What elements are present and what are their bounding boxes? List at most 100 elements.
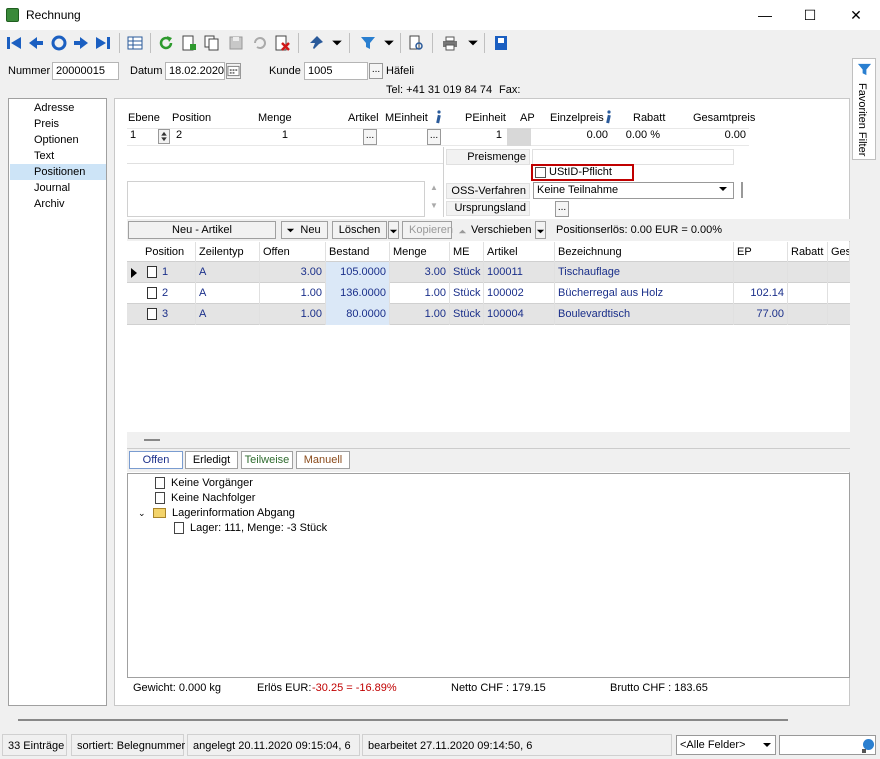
- nav-item-positionen[interactable]: Positionen: [10, 164, 106, 180]
- tab-erledigt[interactable]: Erledigt: [185, 451, 238, 469]
- table-cell-offen[interactable]: 1.00: [260, 283, 326, 304]
- table-cell-offen[interactable]: 3.00: [260, 262, 326, 283]
- loeschen-dropdown-icon[interactable]: [388, 221, 399, 239]
- table-cell-zeilentyp[interactable]: A: [196, 262, 260, 283]
- pin-icon[interactable]: [307, 33, 325, 53]
- nav-item-optionen[interactable]: Optionen: [10, 132, 106, 148]
- minimize-button[interactable]: —: [742, 0, 788, 30]
- pin-dropdown-icon[interactable]: [331, 33, 343, 53]
- table-cell-me[interactable]: Stück: [450, 262, 484, 283]
- text-scroll-arrows[interactable]: ▲ ▼: [428, 183, 440, 217]
- column-header[interactable]: Position: [142, 242, 196, 262]
- refresh-circle-icon[interactable]: [50, 33, 68, 53]
- position-spinner-icon[interactable]: [158, 129, 170, 144]
- column-header[interactable]: Artikel: [484, 242, 555, 262]
- table-cell-ep[interactable]: [734, 262, 788, 283]
- table-cell-bezeichnung[interactable]: Boulevardtisch: [555, 304, 734, 325]
- info-icon[interactable]: [604, 110, 612, 124]
- field-selector-dropdown-icon[interactable]: [762, 740, 772, 753]
- export-icon[interactable]: [492, 33, 510, 53]
- column-header[interactable]: Rabatt: [788, 242, 828, 262]
- first-record-icon[interactable]: [5, 33, 23, 53]
- verschieben-label[interactable]: Verschieben: [471, 224, 532, 236]
- kunde-field[interactable]: 1005: [304, 62, 368, 80]
- column-header[interactable]: Bezeichnung: [555, 242, 734, 262]
- save-icon[interactable]: [227, 33, 245, 53]
- resize-grip-icon[interactable]: [862, 749, 866, 753]
- next-record-icon[interactable]: [72, 33, 90, 53]
- table-cell-offen[interactable]: 1.00: [260, 304, 326, 325]
- table-cell-menge[interactable]: 1.00: [390, 304, 450, 325]
- table-cell-bezeichnung[interactable]: Tischauflage: [555, 262, 734, 283]
- table-cell-position[interactable]: 2: [159, 283, 196, 304]
- tab-manuell[interactable]: Manuell: [296, 451, 350, 469]
- tab-teilweise[interactable]: Teilweise: [241, 451, 293, 469]
- kopieren-button[interactable]: Kopieren: [402, 221, 453, 239]
- oss-dropdown-icon[interactable]: [718, 184, 732, 197]
- verschieben-dropdown-icon[interactable]: [535, 221, 546, 239]
- horizontal-scrollbar[interactable]: [18, 719, 788, 721]
- table-cell-bestand[interactable]: 105.0000: [326, 262, 390, 283]
- document-search-icon[interactable]: [407, 33, 425, 53]
- table-cell-bezeichnung[interactable]: Bücherregal aus Holz: [555, 283, 734, 304]
- column-header[interactable]: Bestand: [326, 242, 390, 262]
- table-cell-me[interactable]: Stück: [450, 283, 484, 304]
- tree-item-lager[interactable]: Lagerinformation Abgang: [153, 507, 295, 519]
- chevron-down-icon[interactable]: ⌄: [138, 508, 146, 519]
- nav-item-archiv[interactable]: Archiv: [10, 196, 106, 212]
- favoriten-filter-panel[interactable]: Favoriten Filter: [852, 58, 876, 160]
- table-cell-zeilentyp[interactable]: A: [196, 283, 260, 304]
- table-cell-artikel[interactable]: 100011: [484, 262, 555, 283]
- rabatt-field[interactable]: 0.00 %: [614, 129, 660, 141]
- text-line-1[interactable]: [127, 147, 443, 164]
- filter-icon[interactable]: [359, 33, 377, 53]
- table-cell-me[interactable]: Stück: [450, 304, 484, 325]
- table-cell-artikel[interactable]: 100002: [484, 283, 555, 304]
- table-view-icon[interactable]: [126, 33, 144, 53]
- tree-item-lager-detail[interactable]: Lager: 111, Menge: -3 Stück: [174, 522, 327, 535]
- calendar-icon[interactable]: [226, 63, 241, 79]
- nummer-field[interactable]: 20000015: [52, 62, 119, 80]
- tree-item-vorgaenger[interactable]: Keine Vorgänger: [155, 477, 253, 490]
- column-header[interactable]: Ges: [828, 242, 850, 262]
- table-cell-rabatt[interactable]: [788, 304, 828, 325]
- datum-field[interactable]: 18.02.2020: [165, 62, 225, 80]
- nav-item-preis[interactable]: Preis: [10, 116, 106, 132]
- last-record-icon[interactable]: [94, 33, 112, 53]
- table-cell-ep[interactable]: 77.00: [734, 304, 788, 325]
- loeschen-button[interactable]: Löschen: [332, 221, 387, 239]
- ebene-field[interactable]: 1: [130, 129, 136, 141]
- table-cell-rabatt[interactable]: [788, 262, 828, 283]
- artikel-lookup-button[interactable]: ...: [363, 129, 377, 145]
- nav-item-text[interactable]: Text: [10, 148, 106, 164]
- grid-splitter[interactable]: [127, 432, 850, 448]
- menge-field[interactable]: 1: [240, 129, 288, 141]
- previous-record-icon[interactable]: [27, 33, 45, 53]
- table-cell-menge[interactable]: 1.00: [390, 283, 450, 304]
- table-cell-position[interactable]: 3: [159, 304, 196, 325]
- column-header[interactable]: EP: [734, 242, 788, 262]
- ursprungsland-lookup-button[interactable]: ...: [555, 201, 569, 217]
- gesamtpreis-field[interactable]: 0.00: [666, 129, 746, 141]
- preismenge-field[interactable]: [532, 149, 734, 165]
- table-cell-bestand[interactable]: 80.0000: [326, 304, 390, 325]
- print-icon[interactable]: [441, 33, 459, 53]
- column-header[interactable]: ME: [450, 242, 484, 262]
- position-field[interactable]: 2: [176, 129, 182, 141]
- einzelpreis-field[interactable]: 0.00: [540, 129, 608, 141]
- meinheit-lookup-button[interactable]: ...: [427, 129, 441, 145]
- tab-offen[interactable]: Offen: [129, 451, 183, 469]
- maximize-button[interactable]: ☐: [787, 0, 833, 30]
- ap-field[interactable]: [507, 128, 531, 146]
- info-icon[interactable]: [434, 110, 442, 124]
- nav-item-journal[interactable]: Journal: [10, 180, 106, 196]
- column-header[interactable]: Menge: [390, 242, 450, 262]
- peinheit-field[interactable]: 1: [450, 129, 502, 141]
- print-dropdown-icon[interactable]: [467, 33, 479, 53]
- new-document-icon[interactable]: [180, 33, 198, 53]
- reload-icon[interactable]: [157, 33, 175, 53]
- oss-select[interactable]: Keine Teilnahme: [533, 182, 734, 199]
- column-header[interactable]: Offen: [260, 242, 326, 262]
- field-selector[interactable]: <Alle Felder>: [676, 735, 776, 755]
- table-cell-menge[interactable]: 3.00: [390, 262, 450, 283]
